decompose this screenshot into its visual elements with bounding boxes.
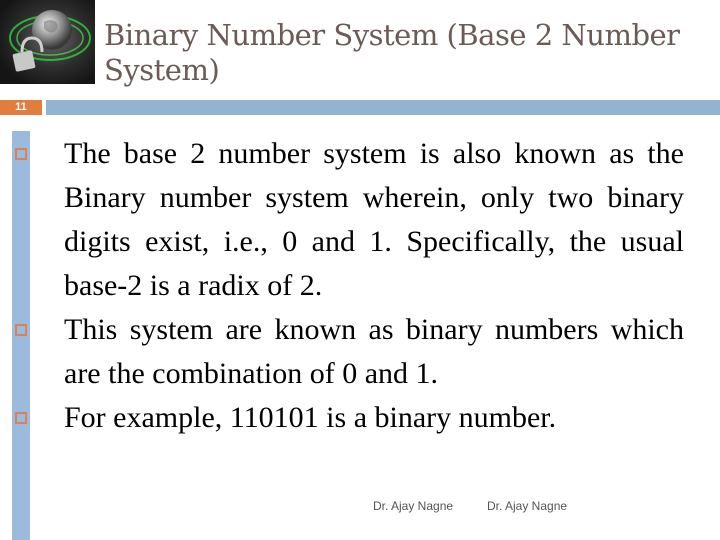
- header-divider-bar: [46, 100, 720, 115]
- bullet-item: The base 2 number system is also known a…: [15, 132, 684, 308]
- bullet-text: For example, 110101 is a binary number.: [64, 401, 557, 434]
- bullet-text: The base 2 number system is also known a…: [64, 137, 684, 302]
- padlock-body: [12, 50, 36, 72]
- footer-author: Dr. Ajay Nagne: [373, 499, 454, 513]
- hollow-square-bullet-icon: [15, 324, 27, 336]
- slide-number-badge: 11: [0, 100, 42, 115]
- bullet-text: This system are known as binary numbers …: [64, 313, 684, 390]
- bullet-item: This system are known as binary numbers …: [15, 308, 684, 396]
- globe-padlock-logo-icon: [0, 0, 95, 84]
- hollow-square-bullet-icon: [15, 412, 27, 424]
- hollow-square-bullet-icon: [15, 148, 27, 160]
- globe-padlock-graphic: [9, 10, 91, 72]
- footer-author: Dr. Ajay Nagne: [487, 499, 568, 513]
- slide-title: Binary Number System (Base 2 Number Syst…: [104, 18, 680, 87]
- bullet-list: The base 2 number system is also known a…: [15, 132, 684, 440]
- bullet-item: For example, 110101 is a binary number.: [15, 396, 684, 440]
- slide: Binary Number System (Base 2 Number Syst…: [0, 0, 720, 540]
